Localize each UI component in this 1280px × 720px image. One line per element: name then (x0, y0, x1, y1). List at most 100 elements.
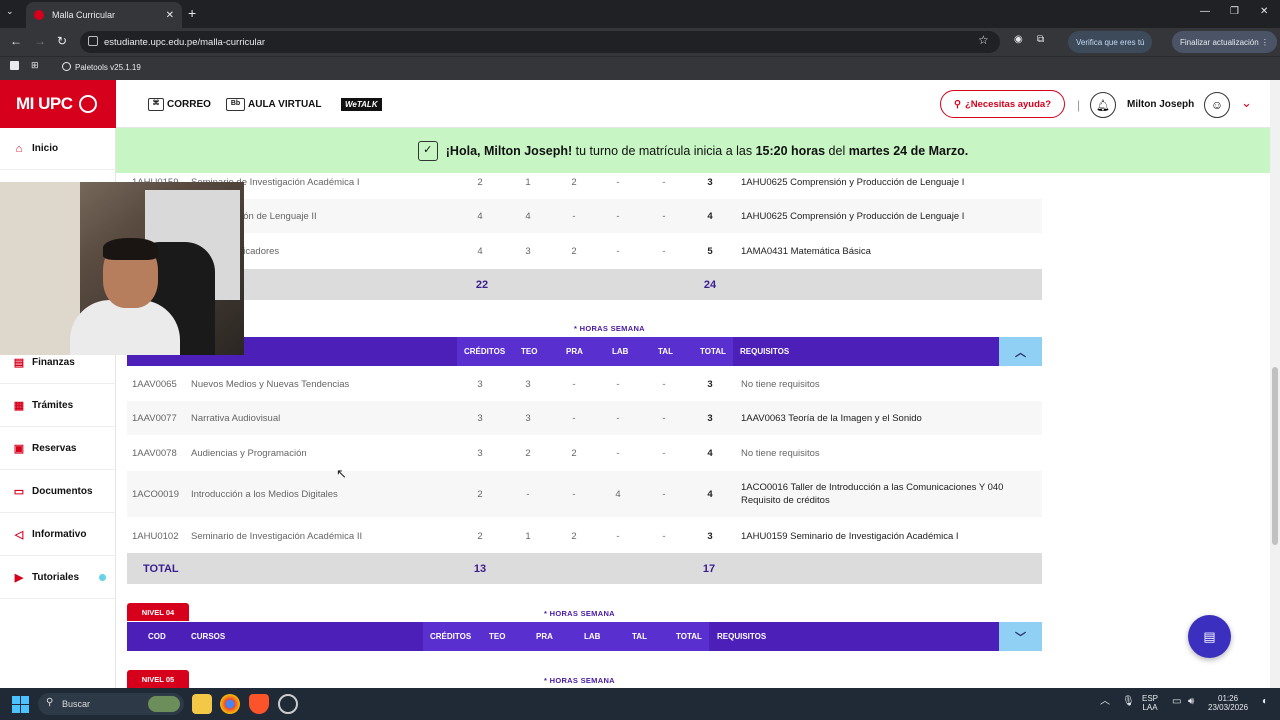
reload-icon[interactable]: ↻ (57, 34, 67, 48)
sidebar-item-label: Tutoriales (32, 572, 80, 583)
correo-link[interactable]: ⌘ CORREO (148, 98, 211, 111)
pra-hours: - (572, 210, 576, 222)
address-bar[interactable]: estudiante.upc.edu.pe/malla-curricular (80, 31, 1000, 53)
minimize-icon[interactable]: — (1200, 6, 1210, 17)
nivel-05-badge: NIVEL 05 (127, 670, 189, 688)
volume-icon[interactable]: 🔊︎ (1188, 697, 1194, 707)
correo-label: CORREO (167, 99, 211, 110)
bookmark-star-icon[interactable]: ☆ (978, 33, 989, 47)
bookmark-paletools[interactable]: Paletools v25.1.19 (62, 62, 141, 72)
header-pra: PRA (536, 632, 553, 641)
nivel-04-badge: NIVEL 04 (127, 603, 189, 621)
table-header-nivel-04: COD CURSOS CRÉDITOS TEO PRA LAB TAL TOTA… (127, 622, 1042, 651)
course-code: 1AAV0078 (132, 447, 177, 459)
site-info-icon[interactable] (88, 36, 98, 46)
sidebar-item-inicio[interactable]: ⌂ Inicio (0, 128, 116, 170)
clock[interactable]: 01:26 23/03/2026 (1208, 694, 1248, 712)
microphone-icon[interactable]: 🎙︎ (1122, 697, 1135, 707)
verify-button[interactable]: Verifica que eres tú (1068, 31, 1153, 53)
file-explorer-icon[interactable] (192, 694, 212, 714)
extension-icon[interactable]: ◉ (1014, 34, 1023, 45)
table-row: 1AAV0065 Nuevos Medios y Nuevas Tendenci… (127, 367, 1042, 401)
pra-hours: 2 (571, 245, 577, 257)
upc-logo[interactable]: MI UPC (0, 80, 116, 128)
windows-start-icon[interactable] (12, 696, 29, 713)
lab-hours: - (616, 176, 620, 188)
table-row: 1AHU0159 Seminario de Investigación Acad… (127, 165, 1042, 199)
bookmark-label: Paletools v25.1.19 (75, 63, 141, 72)
sidebar-item-documentos[interactable]: ▭ Documentos (0, 471, 116, 513)
sidebar-item-label: Trámites (32, 400, 74, 411)
collapse-chevron-up-icon[interactable]: ︿ (999, 337, 1042, 366)
header-tal: TAL (632, 632, 647, 641)
obs-icon[interactable] (278, 694, 298, 714)
maximize-icon[interactable]: ❐ (1230, 6, 1239, 17)
scrollbar-thumb[interactable] (1272, 367, 1278, 545)
header-lab: LAB (612, 347, 629, 356)
aula-virtual-link[interactable]: Bb AULA VIRTUAL (226, 98, 322, 111)
tray-chevron-icon[interactable]: ︿ (1100, 697, 1110, 707)
wetalk-label: WeTALK (341, 98, 382, 111)
forward-icon[interactable]: → (34, 34, 46, 48)
upc-favicon-icon (34, 10, 44, 20)
lab-hours: - (616, 245, 620, 257)
url-text: estudiante.upc.edu.pe/malla-curricular (104, 36, 266, 48)
horas-semana-label: * HORAS SEMANA (544, 676, 615, 685)
browser-toolbar: ← → ↻ estudiante.upc.edu.pe/malla-curric… (0, 28, 1280, 56)
header-pra: PRA (566, 347, 583, 356)
lab-hours: 4 (615, 488, 621, 500)
sidebar-item-label: Informativo (32, 529, 87, 540)
close-tab-icon[interactable]: ✕ (166, 10, 174, 21)
tal-hours: - (662, 447, 666, 459)
pra-hours: 2 (571, 447, 577, 459)
help-button[interactable]: ⚲ ¿Necesitas ayuda? (940, 90, 1065, 118)
lab-hours: - (616, 412, 620, 424)
total-hours-sum: 17 (702, 562, 716, 575)
notification-bell-icon[interactable]: 🔔︎ (1090, 92, 1116, 118)
user-avatar-icon[interactable]: ☺ (1204, 92, 1230, 118)
back-icon[interactable]: ← (10, 34, 22, 48)
wetalk-link[interactable]: WeTALK (341, 98, 382, 111)
header-teo: TEO (489, 632, 506, 641)
taskbar-search[interactable]: ⚲ Buscar (38, 693, 184, 715)
language-indicator[interactable]: ESP LAA (1142, 694, 1158, 712)
upc-seal-icon (78, 95, 97, 113)
tal-hours: - (662, 488, 666, 500)
browser-tab[interactable]: Malla Curricular ✕ (26, 2, 182, 28)
sidebar-item-informativo[interactable]: ◁ Informativo (0, 514, 116, 556)
tal-hours: - (662, 530, 666, 542)
update-button[interactable]: Finalizar actualización ⋮ (1172, 31, 1277, 53)
sidebar-item-tramites[interactable]: ▦ Trámites (0, 385, 116, 427)
tab-search-icon[interactable]: ⌄ (6, 6, 14, 17)
total-label: TOTAL (143, 562, 179, 575)
banner-text1: tu turno de matrícula inicia a las (572, 143, 756, 158)
chat-button[interactable]: ▤ (1188, 615, 1231, 658)
puzzle-icon[interactable]: ⧉ (1037, 34, 1044, 45)
total-hours-sum: 24 (703, 278, 717, 291)
credits: 3 (477, 447, 483, 459)
windows-taskbar: ⚲ Buscar ︿ 🎙︎ ESP LAA ▭ 🔊︎ 01:26 23/03/2026… (0, 688, 1280, 720)
sidebar-item-tutoriales[interactable]: ▶ Tutoriales (0, 557, 116, 599)
aula-virtual-label: AULA VIRTUAL (248, 99, 322, 110)
credits: 4 (477, 210, 483, 222)
close-window-icon[interactable]: ✕ (1260, 6, 1268, 17)
apps-grid-icon[interactable]: ⊞ (31, 60, 39, 71)
user-menu-chevron-icon[interactable]: ⌄ (1241, 95, 1252, 111)
sidebar-item-reservas[interactable]: ▣ Reservas (0, 428, 116, 470)
sidebar-toggle-icon[interactable] (10, 61, 19, 70)
expand-chevron-down-icon[interactable]: ﹀ (999, 622, 1042, 651)
notifications-icon[interactable]: ◐ (1262, 697, 1268, 707)
chrome-icon[interactable] (220, 694, 240, 714)
webcam-person-body (70, 300, 180, 355)
network-icon[interactable]: ▭ (1172, 697, 1181, 707)
calendar-icon: ▣ (13, 443, 25, 455)
new-tab-icon[interactable]: + (188, 5, 196, 21)
tal-hours: - (662, 176, 666, 188)
requirements: No tiene requisitos (741, 378, 820, 390)
total-hours: 3 (707, 176, 713, 188)
brave-icon[interactable] (249, 694, 269, 714)
requirements: 1AAV0063 Teoría de la Imagen y el Sonido (741, 412, 922, 424)
teo-hours: 3 (525, 412, 531, 424)
person-help-icon: ⚲ (953, 98, 961, 110)
requirements: 1AHU0625 Comprensión y Producción de Len… (741, 176, 965, 188)
